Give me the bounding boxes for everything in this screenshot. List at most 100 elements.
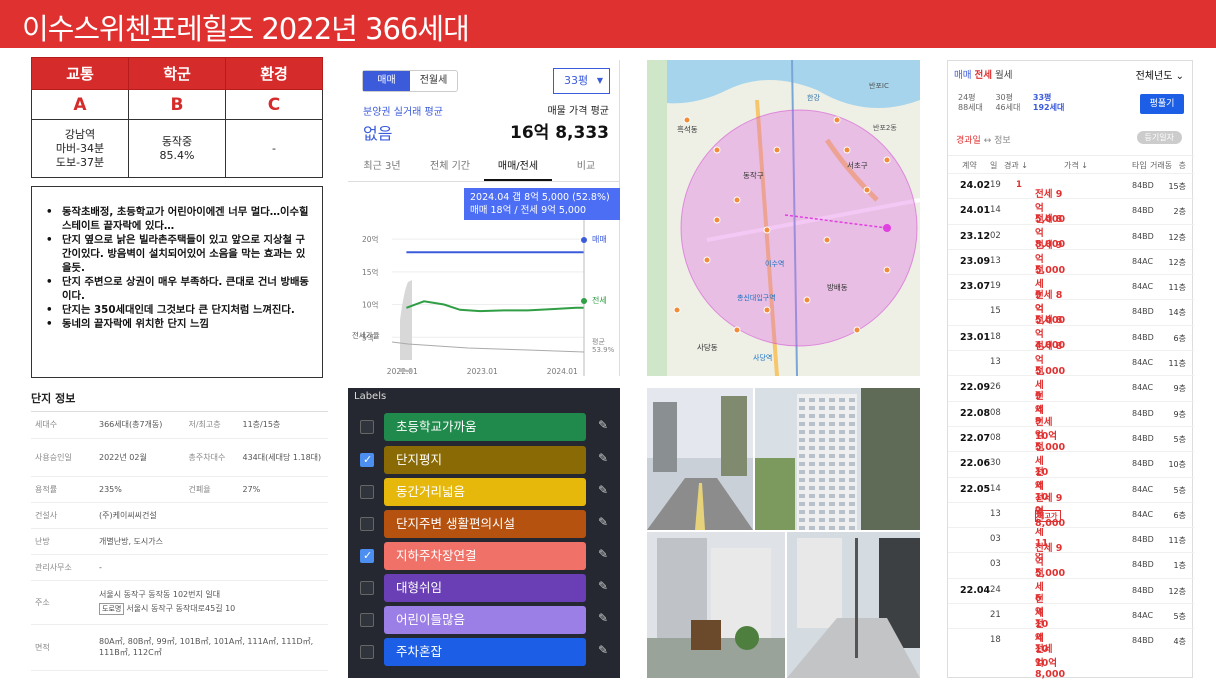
label-chip[interactable]: 단지평지	[384, 446, 586, 474]
map-label: 한강	[807, 93, 820, 102]
pencil-icon[interactable]: ✎	[598, 643, 608, 657]
label-row[interactable]: 동간거리넓음 ✎	[348, 477, 620, 506]
table-row[interactable]: 15 전세 8억 4,000 84BD 14층	[948, 299, 1194, 351]
label-row[interactable]: 어린이들많음 ✎	[348, 605, 620, 634]
info-key: 관리사무소	[31, 554, 95, 581]
label-row[interactable]: 초등학교가까움 ✎	[348, 412, 620, 441]
tx-day: 30	[990, 458, 1001, 469]
table-row[interactable]: 03 전세 9억 5,000 84BD 11층	[948, 527, 1194, 579]
area-type-30[interactable]: 30평 46세대	[995, 93, 1020, 113]
tx-day: 13	[990, 255, 1001, 266]
table-row[interactable]: 13 전세 9억 84AC 11층	[948, 350, 1194, 416]
map-poi-icon	[713, 146, 721, 154]
registration-date-button[interactable]: 등기일자	[1136, 131, 1182, 144]
table-row[interactable]: 24.02 19 1 전세 9억 5,000 84BD 15층	[948, 173, 1194, 225]
tab-compare[interactable]: 비교	[552, 154, 620, 181]
table-row[interactable]: 23.07 19 전세 8억 5,000 84AC 11층	[948, 274, 1194, 326]
table-row[interactable]: 18 전세 10억 8,000 84BD 4층	[948, 628, 1194, 680]
label-checkbox[interactable]	[360, 420, 374, 434]
col-price[interactable]: 가격 ↓	[1064, 160, 1088, 171]
tx-year-month: 22.09	[960, 382, 991, 394]
table-row[interactable]: 23.01 18 전세 8억 5,000 84BD 6층	[948, 324, 1194, 377]
col-contract[interactable]: 계약	[962, 160, 977, 171]
col-type[interactable]: 타입	[1132, 160, 1147, 171]
pencil-icon[interactable]: ✎	[598, 547, 608, 561]
label-chip[interactable]: 단지주변 생활편의시설	[384, 510, 586, 538]
sale-marker	[581, 237, 587, 243]
label-chip[interactable]: 동간거리넓음	[384, 478, 586, 506]
pencil-icon[interactable]: ✎	[598, 483, 608, 497]
tx-table-header: 계약 일 경과 ↓ 가격 ↓ 타입 거래동 층	[948, 155, 1194, 173]
info-key: 주소	[31, 580, 95, 625]
pyung-select[interactable]: 33평 ▼	[553, 68, 610, 94]
area-type-24[interactable]: 24평 88세대	[958, 93, 983, 113]
info-value: 2022년 02월	[95, 438, 185, 477]
table-row[interactable]: 22.05 14 전세 9억 8,000 84AC 5층	[948, 476, 1194, 529]
seg-sale-button[interactable]: 매매	[363, 71, 410, 91]
tx-day: 26	[990, 382, 1001, 393]
label-chip[interactable]: 대형쉬임	[384, 574, 586, 602]
label-row[interactable]: 대형쉬임 ✎	[348, 573, 620, 602]
jeonse-price-line	[406, 300, 584, 313]
elapsed-toggle[interactable]: 경과일 ↔ 정보	[956, 133, 1011, 146]
pencil-icon[interactable]: ✎	[598, 515, 608, 529]
col-building[interactable]: 거래동	[1150, 160, 1172, 171]
label-checkbox[interactable]	[360, 453, 374, 467]
table-row[interactable]: 13 최고가 전세 11억 84AC 6층	[948, 501, 1194, 563]
label-chip[interactable]: 어린이들많음	[384, 606, 586, 634]
tab-trade-monthly[interactable]: 월세	[995, 70, 1012, 81]
tab-trade-jeonse[interactable]: 전세	[975, 70, 992, 81]
label-chip[interactable]: 초등학교가까움	[384, 413, 586, 441]
label-row[interactable]: 주차혼잡 ✎	[348, 637, 620, 666]
info-row: 용적률 235% 건폐율 27%	[31, 476, 328, 503]
label-chip[interactable]: 지하주차장연결	[384, 542, 586, 570]
label-row[interactable]: 지하주차장연결 ✎	[348, 541, 620, 570]
area-type-33[interactable]: 33평 192세대	[1033, 93, 1064, 113]
tab-trade-sale[interactable]: 매매	[954, 70, 971, 81]
table-row[interactable]: 22.07 08 전세 10억 84BD 5층	[948, 425, 1194, 492]
table-row[interactable]: 22.06 30 전세 10억 84BD 10층	[948, 451, 1194, 517]
table-row[interactable]: 23.09 13 전세 9억 84AC 12층	[948, 248, 1194, 315]
tx-floor: 10층	[1168, 460, 1186, 470]
table-row[interactable]: 24.01 14 전세 8억 8,000 84BD 2층	[948, 198, 1194, 250]
tx-day: 15	[990, 306, 1001, 317]
pencil-icon[interactable]: ✎	[598, 418, 608, 432]
tx-type: 84AC	[1132, 282, 1154, 292]
label-checkbox[interactable]	[360, 613, 374, 627]
table-row[interactable]: 21 전세 10억 84AC 5층	[948, 603, 1194, 669]
col-day[interactable]: 일	[990, 160, 997, 171]
tx-day: 08	[990, 407, 1001, 418]
label-row[interactable]: 단지주변 생활편의시설 ✎	[348, 509, 620, 538]
map-poi-icon	[733, 326, 741, 334]
info-value: 366세대(총7개동)	[95, 412, 185, 439]
label-checkbox[interactable]	[360, 485, 374, 499]
seg-rent-button[interactable]: 전월세	[410, 71, 457, 91]
tab-recent-3y[interactable]: 최근 3년	[348, 154, 416, 181]
map-poi-icon	[853, 326, 861, 334]
col-floor[interactable]: 층	[1179, 160, 1186, 171]
tx-type: 84AC	[1132, 256, 1154, 266]
table-row[interactable]: 03 전세 6억 84BD 1층	[948, 552, 1194, 618]
tab-sale-jeonse[interactable]: 매매/전세	[484, 154, 552, 181]
expand-button[interactable]: 평풀기	[1140, 94, 1184, 114]
label-chip[interactable]: 주차혼잡	[384, 638, 586, 666]
label-row[interactable]: 단지평지 ✎	[348, 445, 620, 474]
score-detail-line: 동작중	[161, 134, 193, 148]
table-row[interactable]: 22.08 08 전세 10억 5,000 84BD 9층	[948, 400, 1194, 453]
label-checkbox[interactable]	[360, 517, 374, 531]
label-checkbox[interactable]	[360, 549, 374, 563]
label-checkbox[interactable]	[360, 645, 374, 659]
table-row[interactable]: 22.09 26 전세 9억 84AC 9층	[948, 375, 1194, 441]
area-type-list: 24평 88세대 30평 46세대 33평 192세대	[958, 93, 1064, 113]
label-checkbox[interactable]	[360, 581, 374, 595]
map-poi-icon	[863, 186, 871, 194]
col-elapsed[interactable]: 경과 ↓	[1004, 160, 1028, 171]
tab-all-period[interactable]: 전체 기간	[416, 154, 484, 181]
table-row[interactable]: 22.04 24 전세 10억 84BD 12층	[948, 577, 1194, 644]
info-value: (주)케이씨씨건설	[95, 502, 328, 529]
year-filter-dropdown[interactable]: 전체년도 ⌄	[1136, 67, 1184, 82]
pencil-icon[interactable]: ✎	[598, 611, 608, 625]
pencil-icon[interactable]: ✎	[598, 451, 608, 465]
pencil-icon[interactable]: ✎	[598, 579, 608, 593]
table-row[interactable]: 23.12 02 전세 9억 5,000 84BD 12층	[948, 223, 1194, 276]
